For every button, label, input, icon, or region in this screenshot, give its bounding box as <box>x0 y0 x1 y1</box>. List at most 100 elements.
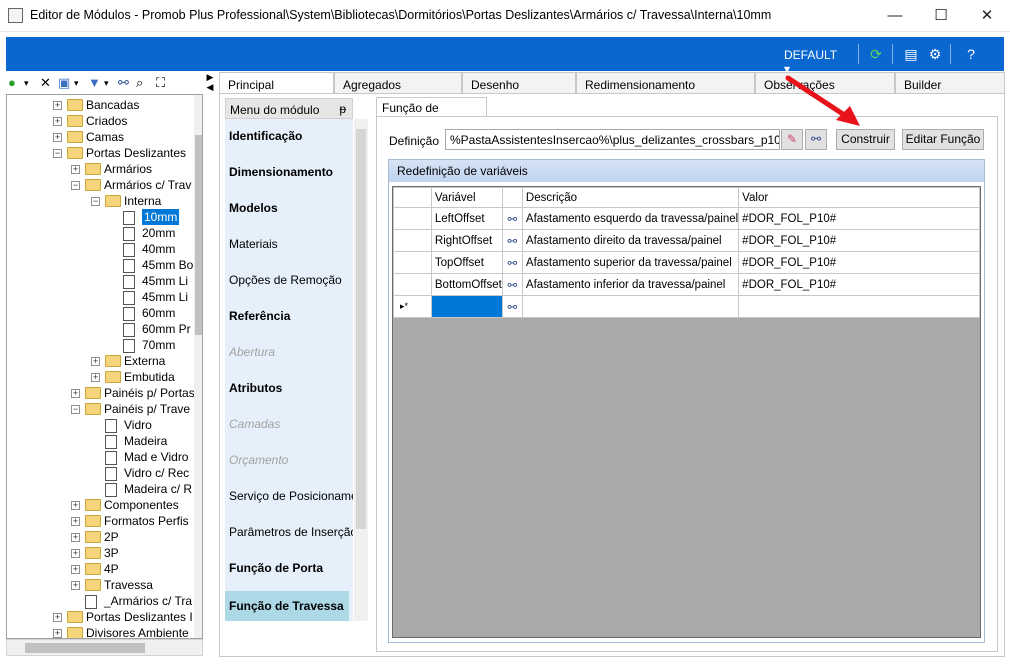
binoculars-icon[interactable]: ⚯ <box>805 129 827 150</box>
search-icon[interactable]: ⌕ <box>136 74 143 92</box>
tree-node[interactable]: 40mm <box>7 241 193 257</box>
tree-node[interactable]: 45mm Li <box>7 289 193 305</box>
tree-horizontal-scrollbar[interactable] <box>6 639 203 656</box>
tree-node[interactable]: +4P <box>7 561 193 577</box>
table-row[interactable]: TopOffset ⚯ Afastamento superior da traves… <box>393 251 980 274</box>
tree-node[interactable]: + Externa <box>7 353 193 369</box>
delete-icon[interactable]: ✕ <box>40 74 51 92</box>
layout-icon[interactable]: ▤ <box>901 45 921 63</box>
copy-dropdown-icon[interactable]: ▾ <box>74 74 79 92</box>
minimize-button[interactable]: — <box>872 0 918 32</box>
tree-node[interactable]: − Armários c/ Trav <box>7 177 193 193</box>
tree-node[interactable]: + Formatos Perfis <box>7 513 193 529</box>
tree-node[interactable]: 60mm Pr <box>7 321 193 337</box>
tree-node[interactable]: + Componentes <box>7 497 193 513</box>
tree-node[interactable]: + Criados <box>7 113 193 129</box>
table-row[interactable]: RightOffset ⚯ Afastamento direito da trave… <box>393 229 980 252</box>
expand-icon[interactable]: + <box>53 613 62 622</box>
table-row[interactable]: BottomOffset ⚯ Afastamento inferior da tra… <box>393 273 980 296</box>
menu-item[interactable]: Função de Porta <box>229 561 353 575</box>
tree-node[interactable]: Mad e Vidro <box>7 449 193 465</box>
expand-icon[interactable]: + <box>71 533 80 542</box>
move-dropdown-icon[interactable]: ▾ <box>104 74 109 92</box>
menu-item[interactable]: Opções de Remoção <box>229 273 353 287</box>
help-icon[interactable]: ? <box>961 45 981 63</box>
module-tree[interactable]: + Bancadas + Criados + Camas − Portas Deslizant… <box>6 94 203 639</box>
value-cell[interactable]: #DOR_FOL_P10# <box>738 207 980 230</box>
tree-node[interactable]: − Interna <box>7 193 193 209</box>
tree-node[interactable]: 20mm <box>7 225 193 241</box>
scrollbar-thumb[interactable] <box>25 643 145 653</box>
definition-input[interactable]: %PastaAssistentesInsercao%\plus_delizant… <box>445 129 780 150</box>
menu-scrollbar[interactable] <box>354 119 368 621</box>
expand-icon[interactable]: + <box>71 165 80 174</box>
expand-icon[interactable]: + <box>71 501 80 510</box>
tab-redimensionamento[interactable]: Redimensionamento <box>576 72 755 94</box>
close-button[interactable]: ✕ <box>964 0 1010 32</box>
settings-icon[interactable]: ⚙ <box>925 45 945 63</box>
menu-item[interactable]: Camadas <box>229 417 353 431</box>
tree-node[interactable]: + Embutida <box>7 369 193 385</box>
tree-node[interactable]: 10mm <box>7 209 193 225</box>
description-cell[interactable]: Afastamento superior da travessa/painel <box>521 251 740 274</box>
variable-cell[interactable]: TopOffset <box>430 251 503 274</box>
description-cell[interactable]: Afastamento esquerdo da travessa/painel <box>521 207 740 230</box>
tree-node[interactable]: + Painéis p/ Portas <box>7 385 195 401</box>
tab-agregados[interactable]: Agregados <box>334 72 462 94</box>
tree-node[interactable]: + Armários <box>7 161 193 177</box>
tree-node[interactable]: + Camas <box>7 129 193 145</box>
tree-node[interactable]: 45mm Li <box>7 273 193 289</box>
add-icon[interactable]: ● <box>8 74 16 92</box>
tab-principal[interactable]: Principal <box>219 72 334 94</box>
tree-vertical-scrollbar[interactable] <box>194 95 202 638</box>
expand-icon[interactable]: + <box>71 565 80 574</box>
collapse-panel-icon[interactable]: ▶ ◀ <box>204 72 216 94</box>
expand-icon[interactable]: + <box>53 133 62 142</box>
binoculars-icon[interactable]: ⚯ <box>501 207 523 230</box>
move-down-icon[interactable]: ▼ <box>88 74 101 92</box>
tree-node[interactable]: Vidro c/ Rec <box>7 465 193 481</box>
binoculars-icon[interactable]: ⚯ <box>501 273 523 296</box>
scrollbar-thumb[interactable] <box>195 135 202 335</box>
filter-icon[interactable]: ⛶ <box>156 74 165 92</box>
add-dropdown-icon[interactable]: ▾ <box>24 74 29 92</box>
tree-node[interactable]: − Painéis p/ Trave <box>7 401 193 417</box>
tree-node[interactable]: Madeira <box>7 433 193 449</box>
tree-node[interactable]: Vidro <box>7 417 193 433</box>
pin-icon[interactable]: ᵽ <box>339 102 346 116</box>
description-cell[interactable] <box>521 295 740 318</box>
value-cell[interactable]: #DOR_FOL_P10# <box>738 251 980 274</box>
tab-desenho[interactable]: Desenho <box>462 72 576 94</box>
tree-node[interactable]: + Bancadas <box>7 97 193 113</box>
menu-item[interactable]: Identificação <box>229 129 353 143</box>
tree-node[interactable]: − Portas Deslizantes <box>7 145 193 161</box>
tree-node[interactable]: 60mm <box>7 305 193 321</box>
build-button[interactable]: Construir <box>836 129 895 150</box>
variable-cell[interactable]: RightOffset <box>430 229 503 252</box>
menu-item[interactable]: Modelos <box>229 201 353 215</box>
expand-icon[interactable]: + <box>71 389 80 398</box>
menu-item[interactable]: Função de Travessa <box>225 591 349 621</box>
tab-observações[interactable]: Observações <box>755 72 895 94</box>
menu-item[interactable]: Referência <box>229 309 353 323</box>
menu-item[interactable]: Parâmetros de Inserção <box>229 525 353 539</box>
column-header-descricao[interactable]: Descrição <box>521 187 740 208</box>
refresh-icon[interactable]: ⟳ <box>866 45 886 63</box>
column-header-valor[interactable]: Valor <box>738 187 980 208</box>
column-header-variavel[interactable]: Variável <box>430 187 503 208</box>
tab-funcao-travessa[interactable]: Função de Travessa <box>376 97 487 129</box>
menu-item[interactable]: Orçamento <box>229 453 353 467</box>
value-cell[interactable]: #DOR_FOL_P10# <box>738 273 980 296</box>
expand-icon[interactable]: + <box>91 357 100 366</box>
menu-item[interactable]: Atributos <box>229 381 353 395</box>
table-row[interactable]: LeftOffset ⚯ Afastamento esquerdo da trave… <box>393 207 980 230</box>
expand-icon[interactable]: + <box>53 629 62 638</box>
expand-icon[interactable]: + <box>71 549 80 558</box>
menu-item[interactable]: Materiais <box>229 237 353 251</box>
expand-icon[interactable]: + <box>91 373 100 382</box>
menu-item[interactable]: Dimensionamento <box>229 165 353 179</box>
tab-builder[interactable]: Builder <box>895 72 1005 94</box>
expand-icon[interactable]: + <box>53 101 62 110</box>
description-cell[interactable]: Afastamento direito da travessa/painel <box>521 229 740 252</box>
scrollbar-thumb[interactable] <box>356 129 366 529</box>
